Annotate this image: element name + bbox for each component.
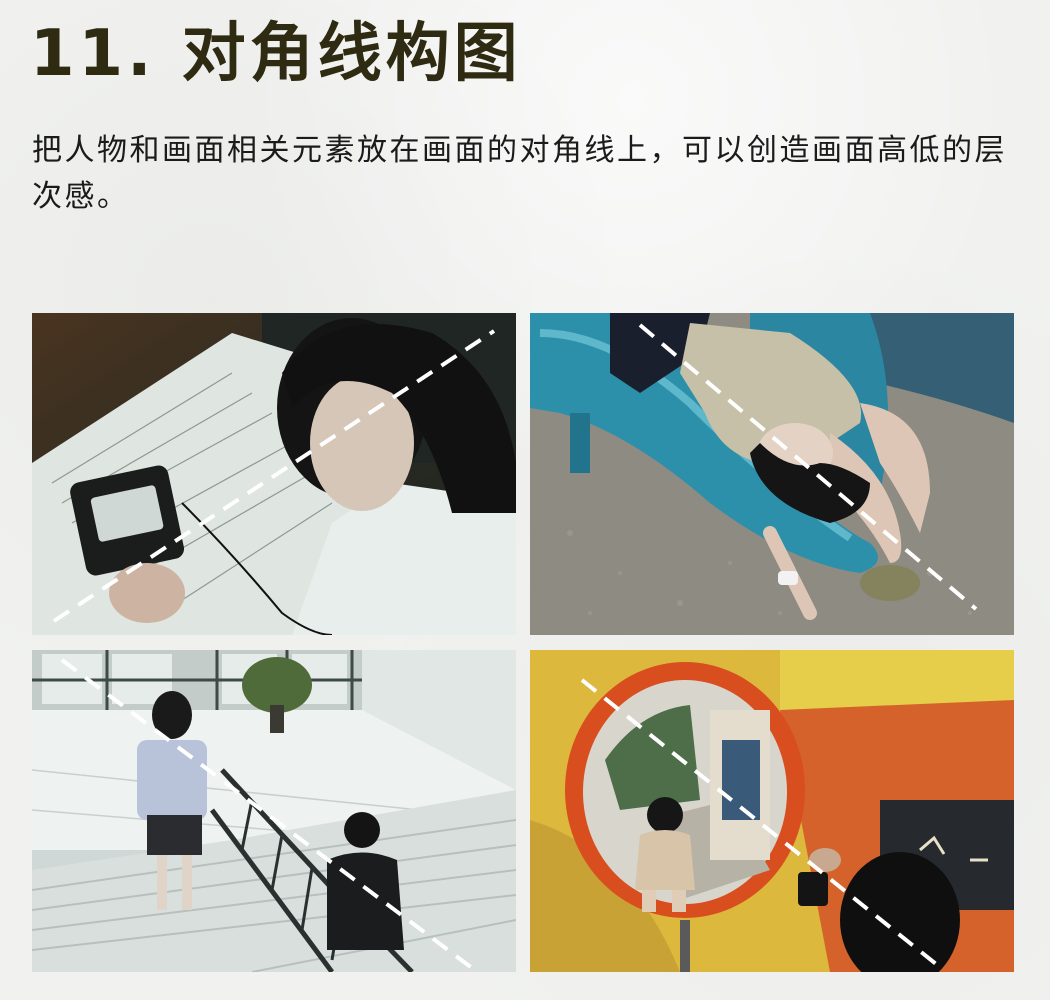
photo-4-illustration <box>530 650 1014 972</box>
photo-2-illustration <box>530 313 1014 635</box>
page-title: 11. 对角线构图 <box>30 17 522 91</box>
photo-3-illustration <box>32 650 516 972</box>
photo-convex-mirror <box>530 650 1014 972</box>
photo-girl-cassette-player <box>32 313 516 635</box>
description-text: 把人物和画面相关元素放在画面的对角线上，可以创造画面高低的层次感。 <box>32 133 1007 214</box>
photo-girl-on-slide <box>530 313 1014 635</box>
photo-students-on-stairs <box>32 650 516 972</box>
photo-1-illustration <box>32 313 516 635</box>
